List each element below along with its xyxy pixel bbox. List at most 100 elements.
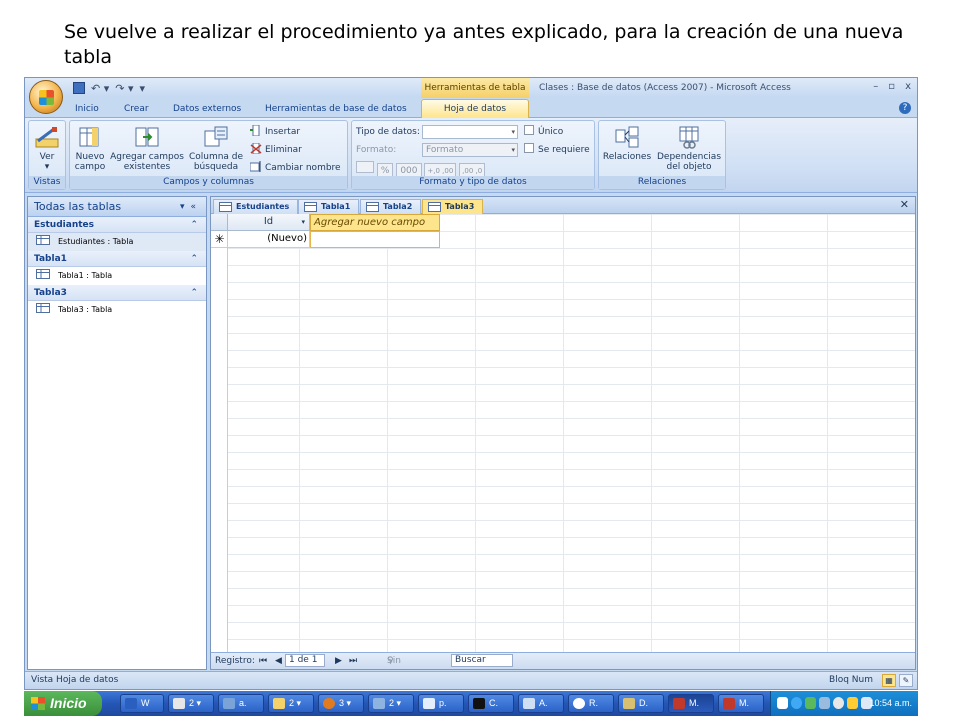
nav-item-tabla1[interactable]: Tabla1 : Tabla <box>28 267 206 285</box>
user-tray-icon[interactable] <box>805 697 816 709</box>
relaciones-button[interactable]: Relaciones <box>601 125 653 162</box>
app-icon <box>523 698 535 709</box>
doc-tab-tabla3[interactable]: Tabla3 <box>422 199 484 214</box>
window-group-icon <box>173 698 185 709</box>
nav-item-estudiantes[interactable]: Estudiantes : Tabla <box>28 233 206 251</box>
network-tray-icon[interactable] <box>791 697 802 709</box>
taskbar-button-a2[interactable]: A. <box>518 694 564 713</box>
tab-herramientas-bd[interactable]: Herramientas de base de datos <box>265 101 407 118</box>
currency-format-icon[interactable] <box>356 161 374 173</box>
datasheet-view-button[interactable]: ▦ <box>882 674 896 687</box>
chevron-down-icon[interactable]: ▾ <box>301 214 305 230</box>
doc-tab-estudiantes[interactable]: Estudiantes <box>213 199 299 214</box>
datasheet-view-icon <box>34 125 60 149</box>
app-icon <box>573 698 585 709</box>
taskbar-button-folders[interactable]: 2 ▾ <box>268 694 314 713</box>
windows-logo-icon <box>31 697 45 710</box>
redo-icon[interactable]: ↷ ▾ <box>115 82 133 95</box>
document-tabs: Estudiantes Tabla1 Tabla2 Tabla3 ✕ <box>211 197 915 214</box>
nav-group-tabla1[interactable]: Tabla1 ⌃ <box>28 251 206 267</box>
column-header-add-field[interactable]: Agregar nuevo campo <box>310 214 440 231</box>
close-button[interactable]: x <box>905 78 911 98</box>
context-tab-header: Herramientas de tabla <box>421 78 529 98</box>
close-document-icon[interactable]: ✕ <box>900 198 909 211</box>
taskbar-button-group-1[interactable]: 2 ▾ <box>168 694 214 713</box>
unico-checkbox[interactable]: Único <box>524 125 563 139</box>
nav-pane-controls[interactable]: ▾« <box>180 197 202 217</box>
minimize-button[interactable]: – <box>873 78 878 98</box>
clock[interactable]: 10:54 a.m. <box>869 691 912 716</box>
taskbar-button-firefox[interactable]: 3 ▾ <box>318 694 364 713</box>
tipo-datos-select[interactable]: ▾ <box>422 125 518 139</box>
record-navigation: Registro: ⏮ ◀ 1 de 1 ▶ ⏭ ⚲ Sin filtro Bu… <box>211 652 915 682</box>
formato-select[interactable]: Formato ▾ <box>422 143 518 157</box>
add-field-cell[interactable] <box>310 231 440 248</box>
tab-inicio[interactable]: Inicio <box>75 101 99 118</box>
taskbar-button-cmd[interactable]: C. <box>468 694 514 713</box>
nav-item-tabla3[interactable]: Tabla3 : Tabla <box>28 301 206 319</box>
prev-record-button[interactable]: ◀ <box>275 653 282 669</box>
undo-icon[interactable]: ↶ ▾ <box>91 82 109 95</box>
group-label-formato: Formato y tipo de datos <box>352 176 594 189</box>
nav-pane-header[interactable]: Todas las tablas ▾« <box>28 197 206 217</box>
taskbar-button-word[interactable]: W <box>120 694 164 713</box>
tab-crear[interactable]: Crear <box>124 101 149 118</box>
taskbar-button-a[interactable]: a. <box>218 694 264 713</box>
design-view-button[interactable]: ✎ <box>899 674 913 687</box>
eliminar-button[interactable]: Eliminar <box>250 142 302 157</box>
update-tray-icon[interactable] <box>833 697 844 709</box>
column-header-id[interactable]: Id ▾ <box>228 214 310 231</box>
security-tray-icon[interactable] <box>847 697 858 709</box>
save-icon[interactable] <box>73 82 85 94</box>
ver-button[interactable]: Ver ▾ <box>31 125 63 172</box>
record-position-input[interactable]: 1 de 1 <box>285 654 325 667</box>
window-controls: – ▫ x <box>873 78 911 98</box>
app-icon <box>723 698 735 709</box>
dependencias-button[interactable]: Dependencias del objeto <box>655 125 723 172</box>
office-button[interactable] <box>29 80 63 114</box>
group-label-campos: Campos y columnas <box>70 176 347 189</box>
se-requiere-checkbox[interactable]: Se requiere <box>524 143 590 157</box>
cambiar-nombre-button[interactable]: Cambiar nombre <box>249 161 341 175</box>
insertar-button[interactable]: Insertar <box>250 124 300 139</box>
search-input[interactable]: Buscar <box>451 654 513 667</box>
first-record-button[interactable]: ⏮ <box>259 653 267 669</box>
restore-button[interactable]: ▫ <box>888 78 895 98</box>
doc-tab-tabla1[interactable]: Tabla1 <box>298 199 360 214</box>
checkbox-icon <box>524 125 534 135</box>
next-record-button[interactable]: ▶ <box>335 653 342 669</box>
nav-group-tabla3[interactable]: Tabla3 ⌃ <box>28 285 206 301</box>
collapse-icon[interactable]: ⌃ <box>190 251 198 267</box>
agregar-campos-button[interactable]: Agregar campos existentes <box>110 125 184 172</box>
taskbar-button-r[interactable]: R. <box>568 694 614 713</box>
select-all-corner[interactable] <box>211 214 228 231</box>
taskbar-button-d[interactable]: D. <box>618 694 664 713</box>
doc-tab-tabla2[interactable]: Tabla2 <box>360 199 422 214</box>
group-vistas: Ver ▾ Vistas <box>28 120 66 190</box>
customize-qat-icon[interactable]: ▾ <box>140 82 146 95</box>
group-campos-columnas: Nuevo campo Agregar campos existentes Colu… <box>69 120 348 190</box>
columna-busqueda-button[interactable]: Columna de búsqueda <box>188 125 244 172</box>
add-existing-fields-icon <box>134 125 160 149</box>
connection-tray-icon[interactable] <box>819 697 830 709</box>
help-tray-icon[interactable] <box>777 697 788 709</box>
help-icon[interactable]: ? <box>899 102 911 114</box>
last-record-button[interactable]: ⏭ <box>349 653 357 669</box>
nav-group-estudiantes[interactable]: Estudiantes ⌃ <box>28 217 206 233</box>
tab-hoja-de-datos[interactable]: Hoja de datos <box>421 99 529 118</box>
start-button[interactable]: Inicio <box>24 691 102 716</box>
id-cell-new[interactable]: (Nuevo) <box>228 231 310 248</box>
taskbar-button-p[interactable]: p. <box>418 694 464 713</box>
taskbar-button-access[interactable]: M. <box>668 694 714 713</box>
taskbar-button-group-2[interactable]: 2 ▾ <box>368 694 414 713</box>
table-icon <box>219 202 232 212</box>
datasheet-grid[interactable]: Id ▾ Agregar nuevo campo ✳ (Nuevo) <box>211 214 915 654</box>
access-icon <box>673 698 685 709</box>
collapse-icon[interactable]: ⌃ <box>190 285 198 301</box>
firefox-icon <box>323 698 335 709</box>
tab-datos-externos[interactable]: Datos externos <box>173 101 241 118</box>
nuevo-campo-button[interactable]: Nuevo campo <box>74 125 106 172</box>
row-selector-column <box>211 214 228 654</box>
taskbar-button-m2[interactable]: M. <box>718 694 764 713</box>
collapse-icon[interactable]: ⌃ <box>190 217 198 233</box>
